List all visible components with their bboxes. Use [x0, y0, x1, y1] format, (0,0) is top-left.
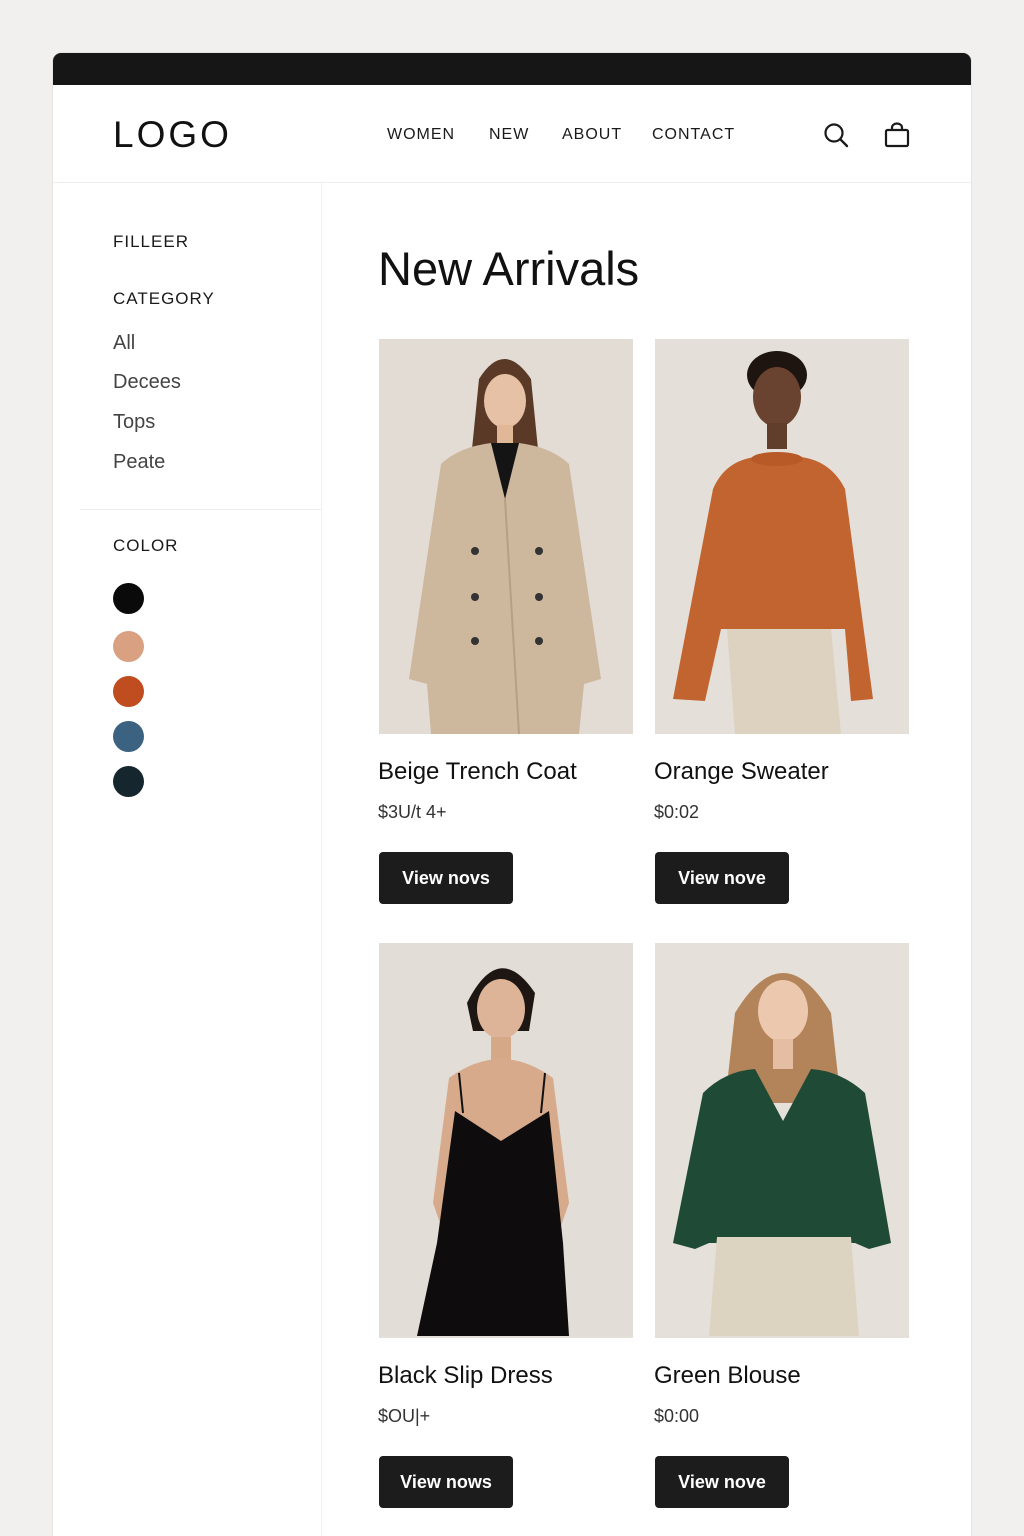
browser-frame: LOGO WOMEN NEW ABOUT CONTACT FILLEER CAT… [53, 53, 971, 1536]
product-image[interactable] [379, 339, 633, 734]
model-green-blouse-illustration [655, 943, 909, 1336]
nav-contact[interactable]: CONTACT [652, 125, 735, 145]
nav-women[interactable]: WOMEN [387, 125, 455, 145]
site-header: LOGO WOMEN NEW ABOUT CONTACT [53, 85, 971, 183]
nav-about[interactable]: ABOUT [562, 125, 622, 145]
filter-sidebar: FILLEER CATEGORY All Decees Tops Peate C… [53, 183, 322, 1536]
category-decees[interactable]: Decees [113, 370, 181, 394]
sidebar-divider [80, 509, 321, 510]
product-name[interactable]: Green Blouse [654, 1361, 801, 1391]
product-image[interactable] [655, 943, 909, 1338]
category-peate[interactable]: Peate [113, 450, 165, 474]
nav-new[interactable]: NEW [489, 125, 529, 145]
view-product-button[interactable]: View nove [655, 852, 789, 904]
category-tops[interactable]: Tops [113, 410, 155, 434]
view-product-button[interactable]: View nows [379, 1456, 513, 1508]
logo[interactable]: LOGO [113, 115, 232, 155]
product-image[interactable] [379, 943, 633, 1338]
color-swatch-black[interactable] [113, 583, 144, 614]
window-top-bar [53, 53, 971, 85]
product-price: $0:00 [654, 1406, 700, 1426]
search-icon[interactable] [822, 121, 850, 149]
color-swatch-rust[interactable] [113, 676, 144, 707]
filter-heading: FILLEER [113, 232, 189, 251]
product-price: $3U/t 4+ [378, 802, 447, 822]
model-slip-dress-illustration [379, 943, 633, 1336]
product-price: $OU|+ [378, 1406, 431, 1426]
product-image[interactable] [655, 339, 909, 734]
model-trench-coat-illustration [379, 339, 633, 734]
product-price: $0:02 [654, 802, 700, 822]
view-product-button[interactable]: View nove [655, 1456, 789, 1508]
product-name[interactable]: Black Slip Dress [378, 1361, 553, 1391]
color-heading: COLOR [113, 536, 179, 555]
product-name[interactable]: Beige Trench Coat [378, 757, 577, 787]
category-all[interactable]: All [113, 331, 135, 355]
color-swatch-slate-blue[interactable] [113, 721, 144, 752]
color-swatch-dark-navy[interactable] [113, 766, 144, 797]
color-swatch-peach[interactable] [113, 631, 144, 662]
product-name[interactable]: Orange Sweater [654, 757, 829, 787]
model-orange-sweater-illustration [655, 339, 909, 734]
shopping-bag-icon[interactable] [883, 121, 911, 149]
category-heading: CATEGORY [113, 289, 215, 308]
view-product-button[interactable]: View novs [379, 852, 513, 904]
page-title: New Arrivals [378, 242, 640, 295]
